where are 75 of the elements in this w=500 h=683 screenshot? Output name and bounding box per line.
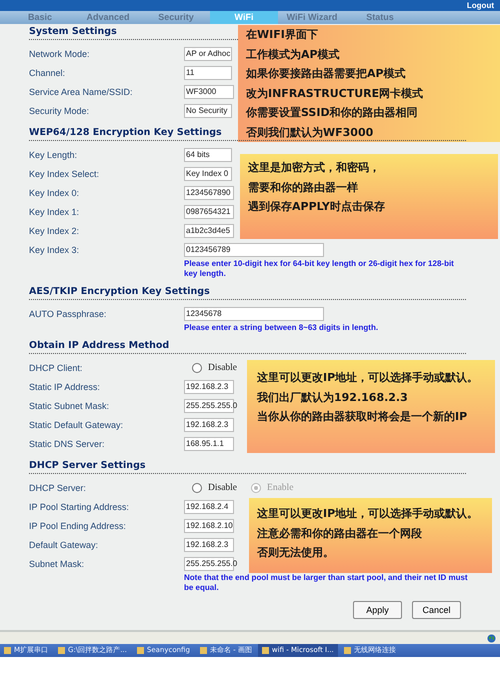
dropdown[interactable]: Key Index 0 (184, 166, 232, 180)
annotation-text: 遇到保存APPLY时点击保存 (248, 199, 386, 215)
input-field[interactable]: 192.168.2.3 (184, 538, 234, 552)
section-title: Obtain IP Address Method (29, 339, 466, 354)
field-label: DHCP Server: (29, 482, 87, 492)
annotation-text: 我们出厂默认为192.168.2.3 (257, 390, 409, 406)
field-label: DHCP Client: (29, 362, 84, 372)
radio-button[interactable] (192, 362, 202, 372)
action-button[interactable]: Cancel (412, 601, 461, 619)
annotation-text: 当你从你的路由器获取时将会是一个新的IP (257, 409, 468, 425)
field-label: Key Index 2: (29, 226, 80, 236)
hint-text: Please enter a string between 8~63 digits in length. (184, 323, 380, 333)
action-button[interactable]: Apply (353, 601, 402, 619)
field-label: Subnet Mask: (29, 558, 86, 568)
field-label: Key Index 0: (29, 188, 80, 198)
field-label: Key Length: (29, 150, 78, 160)
dropdown[interactable]: AP or Adhoc (184, 46, 232, 60)
field-label: Static Subnet Mask: (29, 400, 110, 410)
field-label: Key Index Select: (29, 168, 100, 178)
field-label: Channel: (29, 68, 66, 78)
window-icon (262, 647, 269, 654)
radio-button[interactable] (251, 482, 262, 492)
annotation-text: 这里是加密方式，和密码， (248, 160, 381, 176)
window-icon (4, 647, 11, 654)
annotation-text: 否则我们默认为WF3000 (246, 124, 374, 140)
field-label: IP Pool Ending Address: (29, 520, 127, 530)
input-field[interactable]: WF3000 (184, 84, 234, 98)
annotation-text: 如果你要接路由器需要把AP模式 (246, 66, 407, 82)
logout-link[interactable]: Logout (466, 0, 494, 11)
globe-icon (487, 634, 496, 642)
section-title: AES/TKIP Encryption Key Settings (29, 285, 466, 300)
field-label: Security Mode: (29, 106, 90, 116)
annotation-text: 否则无法使用。 (257, 545, 335, 561)
dropdown[interactable]: 11 (184, 66, 232, 80)
input-field[interactable]: 192.168.2.4 (184, 500, 234, 514)
window-icon (136, 647, 144, 654)
radio-label: Disable (208, 482, 238, 492)
field-label: Static IP Address: (29, 382, 101, 392)
field-label: Network Mode: (29, 48, 91, 58)
window-icon (344, 647, 351, 654)
annotation-text: 你需要设置SSID和你的路由器相同 (246, 105, 419, 121)
radio-button[interactable] (192, 482, 202, 492)
input-field[interactable]: 1234567890 (184, 186, 234, 200)
field-label: IP Pool Starting Address: (29, 502, 130, 512)
hint-text: Please enter 10-digit hex for 64-bit key length or 26-digit hex for 128-bit key length. (184, 259, 455, 279)
annotation-text: 在WIFI界面下 (246, 27, 319, 43)
dropdown[interactable]: No Security (184, 104, 232, 118)
input-field[interactable]: 0987654321 (184, 204, 234, 218)
field-label: Service Area Name/SSID: (29, 86, 134, 96)
window-icon (200, 647, 207, 654)
annotation-text: 改为INFRASTRUCTURE网卡模式 (246, 86, 424, 102)
field-label: Key Index 3: (29, 244, 80, 254)
field-label: Static Default Gateway: (29, 420, 124, 430)
annotation-text: 这里可以更改IP地址，可以选择手动或默认。 (257, 370, 480, 386)
input-field[interactable]: 192.168.2.3 (184, 380, 234, 394)
section-title: DHCP Server Settings (29, 459, 466, 474)
radio-label: Enable (267, 482, 294, 492)
dropdown[interactable]: 64 bits (184, 148, 232, 162)
input-field[interactable]: 192.168.2.10 (184, 518, 234, 532)
input-field[interactable]: a1b2c3d4e5 (184, 224, 234, 238)
input-field[interactable]: 0123456789 (184, 242, 324, 256)
annotation-text: 这里可以更改IP地址，可以选择手动或默认。 (257, 506, 480, 522)
radio-label: Disable (208, 362, 238, 372)
input-field[interactable]: 12345678 (184, 306, 324, 320)
annotation-text: 工作模式为AP模式 (246, 46, 341, 62)
field-label: Key Index 1: (29, 206, 80, 216)
input-field[interactable]: 192.168.2.3 (184, 418, 234, 432)
input-field[interactable]: 168.95.1.1 (184, 436, 234, 450)
hint-text: Note that the end pool must be larger than start pool, and their net ID must be equal. (184, 573, 469, 593)
window-icon (58, 647, 66, 654)
field-label: Static DNS Server: (29, 438, 106, 448)
field-label: Default Gateway: (29, 540, 100, 550)
annotation-text: 注意必需和你的路由器在一个网段 (257, 526, 423, 542)
field-label: AUTO Passphrase: (29, 308, 108, 318)
annotation-text: 需要和你的路由器一样 (248, 180, 359, 196)
